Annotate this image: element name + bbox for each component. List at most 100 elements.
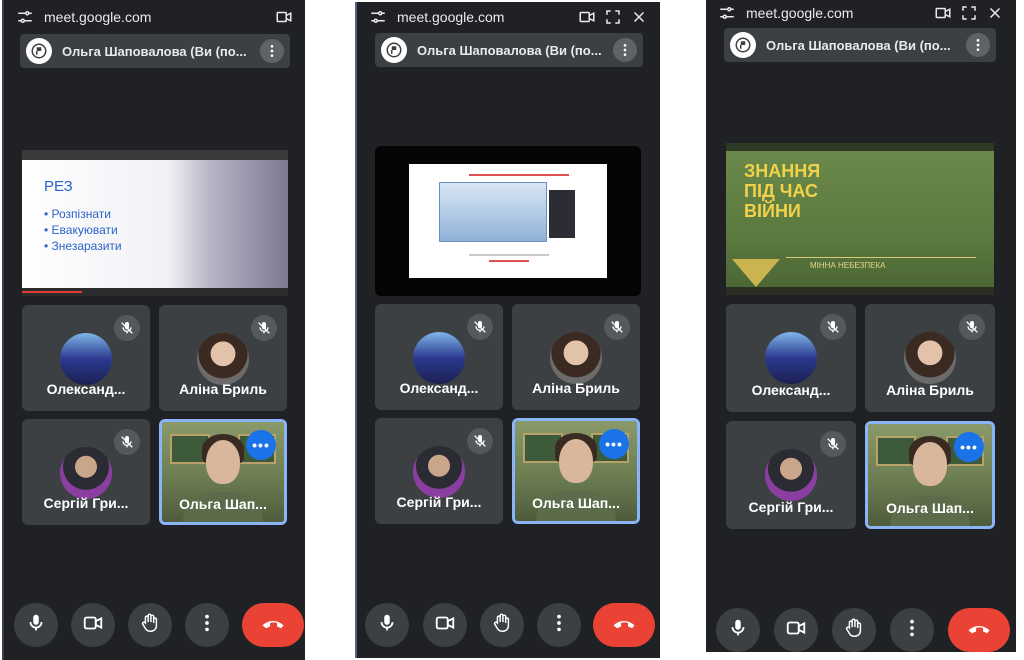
participant-tile[interactable]: Олександ... — [375, 304, 503, 410]
self-video-tile[interactable]: ••• Ольга Шап... — [512, 418, 640, 524]
raise-hand-button[interactable] — [480, 603, 524, 647]
self-video-tile[interactable]: ••• Ольга Шап... — [159, 419, 287, 525]
mic-icon — [376, 612, 398, 639]
tune-icon[interactable] — [14, 6, 36, 28]
share-bullet: • Евакуювати — [44, 223, 118, 237]
camera-button[interactable] — [774, 608, 818, 652]
share-bullet: • Розпізнати — [44, 207, 111, 221]
avatar — [60, 447, 112, 499]
participant-name: Олександ... — [46, 381, 126, 397]
screen-share[interactable] — [375, 146, 641, 296]
call-end-icon — [259, 609, 287, 642]
videocam-icon[interactable] — [576, 6, 598, 28]
participant-tile[interactable]: Сергій Гри... — [726, 421, 856, 529]
mic-off-icon — [251, 315, 277, 341]
close-icon[interactable] — [628, 6, 650, 28]
meeting-title: Ольга Шаповалова (Ви (по... — [417, 42, 602, 58]
share-heading: ЗНАННЯ ПІД ЧАС ВІЙНИ — [744, 161, 820, 221]
avatar — [413, 446, 465, 498]
avatar — [60, 333, 112, 385]
participant-tile[interactable]: Олександ... — [22, 305, 150, 411]
tune-icon[interactable] — [716, 2, 738, 24]
participant-name: Олександ... — [751, 382, 831, 398]
picture-in-picture-icon[interactable] — [602, 6, 624, 28]
share-bullets: • Розпізнати • Евакуювати • Знезаразити — [44, 206, 122, 254]
mic-off-icon — [467, 314, 493, 340]
url-bar: meet.google.com — [706, 0, 1016, 26]
share-progress-fill — [22, 291, 82, 293]
share-heading: РЕЗ — [44, 178, 73, 195]
more-vert-icon[interactable] — [260, 39, 284, 63]
self-video-tile[interactable]: ••• Ольга Шап... — [865, 421, 995, 529]
more-options-button[interactable]: ••• — [599, 429, 629, 459]
participant-tile[interactable]: Аліна Бриль — [159, 305, 287, 411]
mic-icon — [25, 612, 47, 639]
more-button[interactable] — [185, 603, 229, 647]
participant-name: Олександ... — [399, 380, 479, 396]
more-vert-icon[interactable] — [613, 38, 637, 62]
more-vert-icon — [901, 617, 923, 644]
more-button[interactable] — [537, 603, 581, 647]
camera-button[interactable] — [423, 603, 467, 647]
share-heading-line: ВІЙНИ — [744, 201, 801, 221]
participant-tile[interactable]: Аліна Бриль — [865, 304, 995, 412]
url-bar: meet.google.com — [4, 0, 305, 34]
share-heading-line: ПІД ЧАС — [744, 181, 818, 201]
videocam-icon — [785, 617, 807, 644]
avatar — [904, 332, 956, 384]
more-button[interactable] — [890, 608, 934, 652]
hangup-button[interactable] — [593, 603, 655, 647]
videocam-icon — [82, 612, 104, 639]
mic-off-icon — [114, 315, 140, 341]
raise-hand-button[interactable] — [128, 603, 172, 647]
share-subtitle: МІННА НЕБЕЗПЕКА — [810, 261, 886, 270]
participant-name: Ольга Шап... — [886, 500, 974, 516]
mic-off-icon — [114, 429, 140, 455]
share-topbar — [726, 143, 994, 151]
mic-button[interactable] — [716, 608, 760, 652]
mic-off-icon — [467, 428, 493, 454]
mic-button[interactable] — [14, 603, 58, 647]
participant-name: Ольга Шап... — [179, 496, 267, 512]
participant-tile[interactable]: Сергій Гри... — [375, 418, 503, 524]
hangup-button[interactable] — [948, 608, 1010, 652]
meet-window-2: meet.google.com Ольга Шаповалова (Ви (по… — [355, 2, 660, 658]
mic-off-icon — [820, 431, 846, 457]
participant-name: Сергій Гри... — [396, 494, 482, 510]
person-face — [206, 440, 240, 484]
mic-off-icon — [959, 314, 985, 340]
tune-icon[interactable] — [367, 6, 389, 28]
close-icon[interactable] — [984, 2, 1006, 24]
more-options-button[interactable]: ••• — [954, 432, 984, 462]
screen-share[interactable]: ЗНАННЯ ПІД ЧАС ВІЙНИ МІННА НЕБЕЗПЕКА — [726, 143, 994, 295]
videocam-icon[interactable] — [932, 2, 954, 24]
raise-hand-button[interactable] — [832, 608, 876, 652]
app-logo-icon — [730, 32, 756, 58]
participant-tile[interactable]: Сергій Гри... — [22, 419, 150, 525]
share-progress — [726, 287, 994, 295]
slide-caption-line — [489, 260, 529, 262]
raise-hand-icon — [843, 617, 865, 644]
more-vert-icon[interactable] — [966, 33, 990, 57]
screen-share[interactable]: РЕЗ • Розпізнати • Евакуювати • Знезараз… — [22, 150, 288, 296]
participant-name: Аліна Бриль — [532, 380, 620, 396]
meeting-title-bar: Ольга Шаповалова (Ви (по... — [724, 28, 996, 62]
videocam-icon[interactable] — [273, 6, 295, 28]
app-logo-icon — [26, 38, 52, 64]
person-face — [559, 439, 593, 483]
camera-button[interactable] — [71, 603, 115, 647]
url-text: meet.google.com — [44, 9, 152, 25]
meet-window-1: meet.google.com Ольга Шаповалова (Ви (по… — [2, 0, 305, 660]
url-text: meet.google.com — [746, 5, 854, 21]
mic-off-icon — [604, 314, 630, 340]
participant-tile[interactable]: Олександ... — [726, 304, 856, 412]
more-options-button[interactable]: ••• — [246, 430, 276, 460]
participant-name: Аліна Бриль — [179, 381, 267, 397]
mic-button[interactable] — [365, 603, 409, 647]
picture-in-picture-icon[interactable] — [958, 2, 980, 24]
share-divider — [786, 257, 976, 258]
hangup-button[interactable] — [242, 603, 304, 647]
app-logo-icon — [381, 37, 407, 63]
meeting-title-bar: Ольга Шаповалова (Ви (по... — [375, 33, 643, 67]
participant-tile[interactable]: Аліна Бриль — [512, 304, 640, 410]
